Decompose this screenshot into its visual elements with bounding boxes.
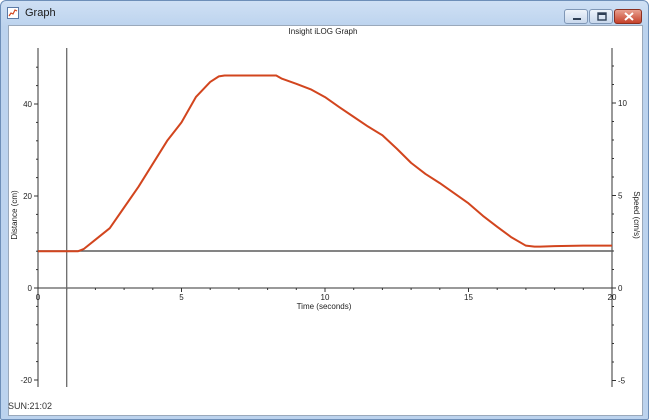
x-tick-label: 10 [321, 293, 330, 302]
distance-series-line [38, 74, 612, 253]
y-tick-label: 20 [23, 192, 32, 201]
y2-tick-label: 10 [618, 99, 627, 108]
y-axis-title-right: Speed (cm/s) [632, 191, 641, 239]
y2-tick-label: 0 [618, 284, 623, 293]
status-text: SUN:21:02 [8, 401, 53, 411]
x-tick-label: 20 [608, 293, 617, 302]
chart-title: Insight iLOG Graph [289, 27, 358, 36]
y2-tick-label: -5 [618, 377, 626, 386]
y-tick-label: 0 [28, 284, 33, 293]
x-tick-label: 15 [464, 293, 473, 302]
chart-series [38, 48, 612, 387]
x-tick-label: 0 [36, 293, 41, 302]
y-tick-label: -20 [20, 376, 32, 385]
y2-tick-label: 5 [618, 192, 623, 201]
chart-axes: 0 5 10 15 20-2002040-50510 [20, 48, 627, 387]
insight-ilog-graph[interactable]: Insight iLOG Graph 0 5 10 15 20-2002040-5051… [0, 0, 649, 420]
x-tick-label: 5 [179, 293, 184, 302]
y-tick-label: 40 [23, 100, 32, 109]
y-axis-title-left: Distance (cm) [10, 190, 19, 240]
x-axis-title: Time (seconds) [297, 302, 352, 311]
